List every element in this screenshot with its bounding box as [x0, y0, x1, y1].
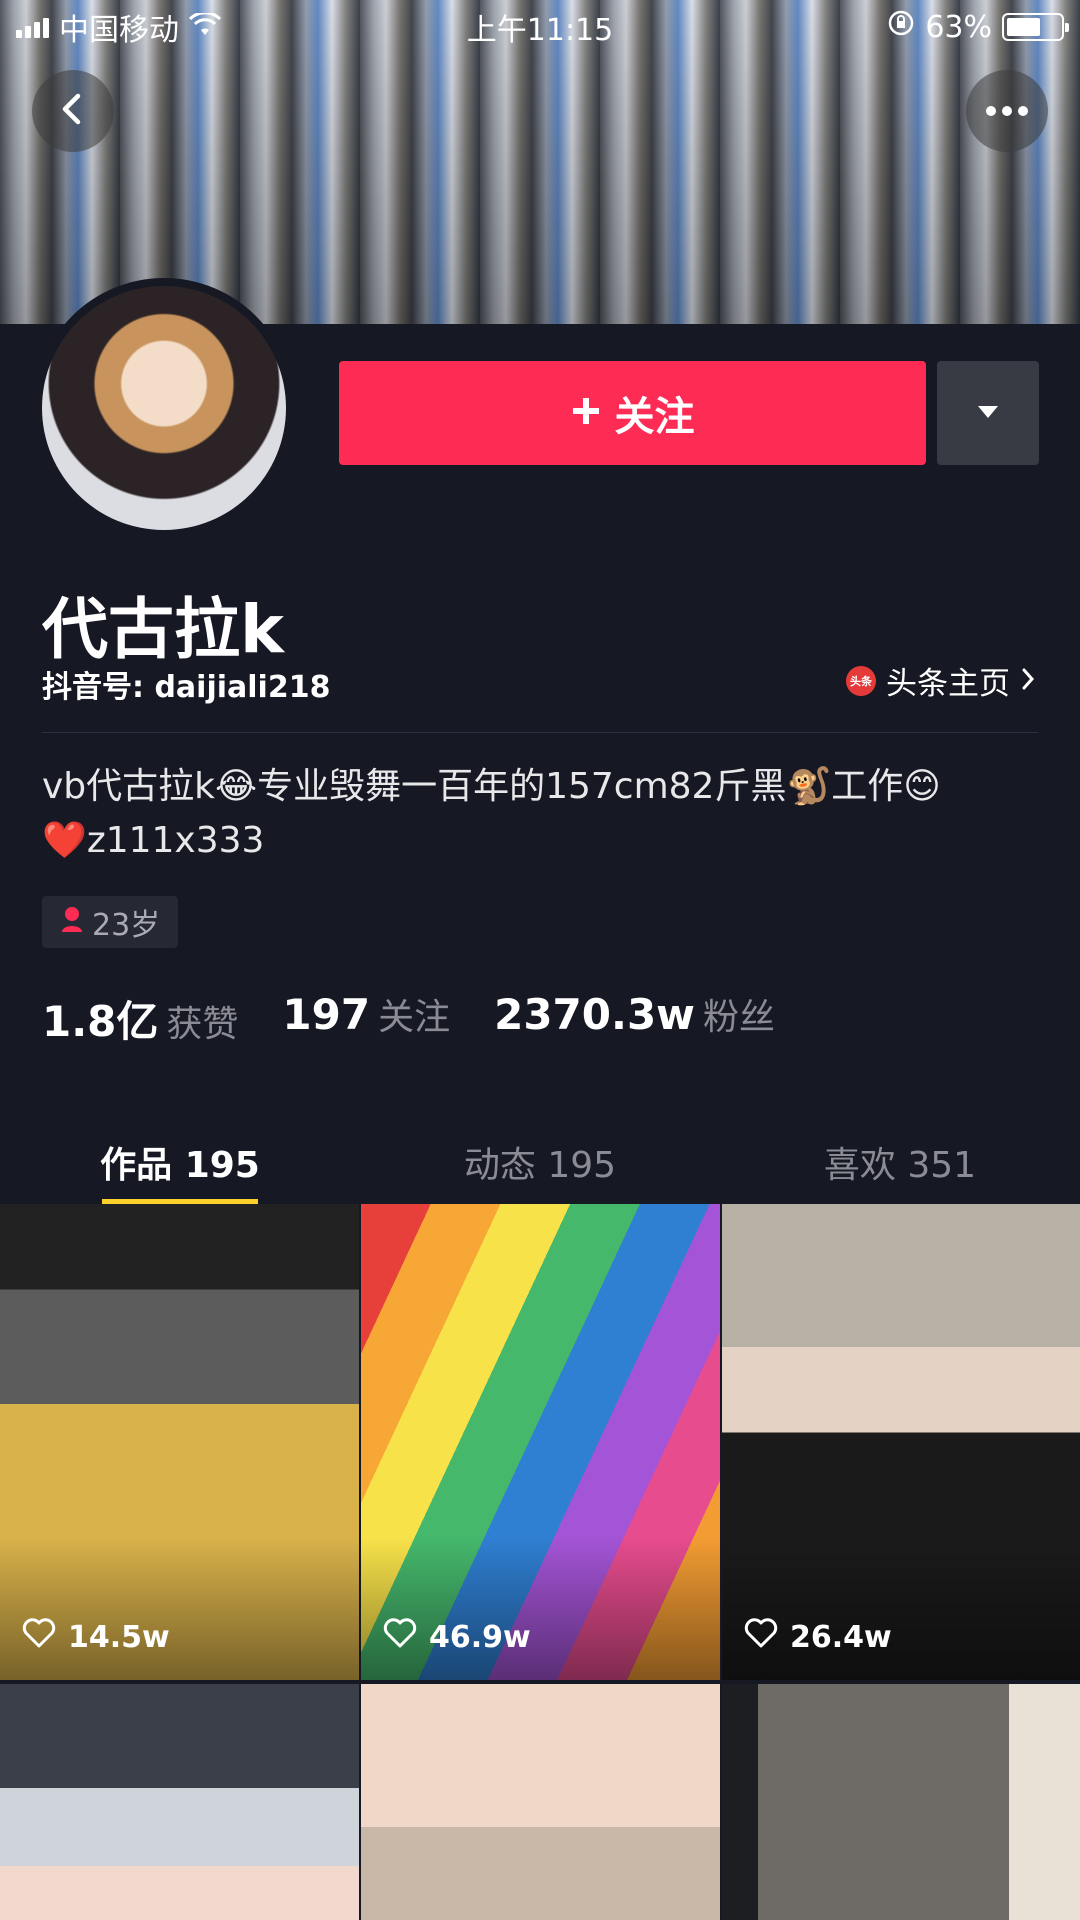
- bio-line: ❤️z111x333: [42, 820, 265, 861]
- profile-section: 关注 代古拉k 抖音号: daijiali218 头条 头条主页 vb代古拉k😂…: [0, 278, 1080, 1204]
- chevron-left-icon: [56, 92, 90, 130]
- stat-label: 关注: [378, 997, 451, 1038]
- more-button[interactable]: [966, 70, 1048, 152]
- content-tabs: 作品 195 动态 195 喜欢 351: [0, 1130, 1080, 1204]
- like-count-value: 26.4w: [790, 1619, 892, 1655]
- age-label: 23岁: [92, 908, 161, 943]
- stats-row: 1.8亿 获赞 197 关注 2370.3w 粉丝: [42, 988, 775, 1049]
- stat-number: 1.8亿: [42, 997, 159, 1046]
- user-name: 代古拉k: [42, 591, 284, 668]
- recommend-dropdown-button[interactable]: [937, 361, 1039, 465]
- toutiao-logo-icon: 头条: [846, 665, 876, 696]
- battery-icon: [1002, 13, 1069, 41]
- age-badge: 23岁: [42, 896, 179, 948]
- stat-followers[interactable]: 2370.3w 粉丝: [494, 988, 775, 1049]
- toutiao-homepage-link[interactable]: 头条 头条主页: [846, 658, 1036, 703]
- video-thumbnail[interactable]: 46.9w: [361, 1204, 720, 1680]
- divider: [42, 732, 1038, 733]
- stat-following[interactable]: 197 关注: [282, 988, 450, 1049]
- stat-label: 获赞: [166, 1004, 239, 1045]
- stat-number: 2370.3w: [494, 990, 695, 1039]
- video-thumbnail[interactable]: 14.5w: [0, 1204, 359, 1680]
- like-count-value: 46.9w: [429, 1619, 531, 1655]
- chevron-right-icon: [1020, 663, 1036, 699]
- video-grid: 14.5w 46.9w 26.4w: [0, 1204, 1080, 1920]
- stat-label: 粉丝: [702, 997, 775, 1038]
- tab-works[interactable]: 作品 195: [0, 1130, 360, 1204]
- heart-outline-icon: [22, 1618, 56, 1656]
- heart-outline-icon: [744, 1618, 778, 1656]
- follow-label: 关注: [614, 394, 695, 440]
- video-thumbnail[interactable]: [0, 1684, 359, 1920]
- tab-moments[interactable]: 动态 195: [360, 1130, 720, 1204]
- plus-icon: [571, 390, 601, 436]
- follow-button[interactable]: 关注: [339, 361, 926, 465]
- ellipsis-icon: [985, 102, 1029, 121]
- stat-number: 197: [282, 990, 371, 1039]
- stat-likes[interactable]: 1.8亿 获赞: [42, 988, 238, 1049]
- rotation-lock-icon: [887, 9, 915, 45]
- wifi-icon: [188, 10, 222, 44]
- avatar[interactable]: [34, 278, 294, 538]
- tab-likes[interactable]: 喜欢 351: [720, 1130, 1080, 1204]
- like-count-value: 14.5w: [68, 1619, 170, 1655]
- bio-line: vb代古拉k😂专业毁舞一百年的157cm82斤黑🐒工作😊: [42, 766, 941, 807]
- like-count: 26.4w: [744, 1618, 892, 1656]
- battery-percent: 63%: [925, 9, 992, 45]
- triangle-down-icon: [976, 404, 1000, 423]
- signal-icon: [16, 16, 49, 38]
- carrier-label: 中国移动: [59, 13, 179, 48]
- like-count: 46.9w: [383, 1618, 531, 1656]
- back-button[interactable]: [32, 70, 114, 152]
- heart-outline-icon: [383, 1618, 417, 1656]
- video-thumbnail[interactable]: [361, 1684, 720, 1920]
- status-bar: 中国移动 上午11:15 63%: [0, 0, 1080, 54]
- douyin-id: 抖音号: daijiali218: [42, 670, 331, 705]
- video-thumbnail[interactable]: 26.4w: [722, 1204, 1080, 1680]
- toutiao-link-label: 头条主页: [886, 666, 1010, 702]
- female-icon: [60, 905, 84, 940]
- bio: vb代古拉k😂专业毁舞一百年的157cm82斤黑🐒工作😊 ❤️z111x333: [42, 760, 1042, 868]
- video-thumbnail[interactable]: [722, 1684, 1080, 1920]
- like-count: 14.5w: [22, 1618, 170, 1656]
